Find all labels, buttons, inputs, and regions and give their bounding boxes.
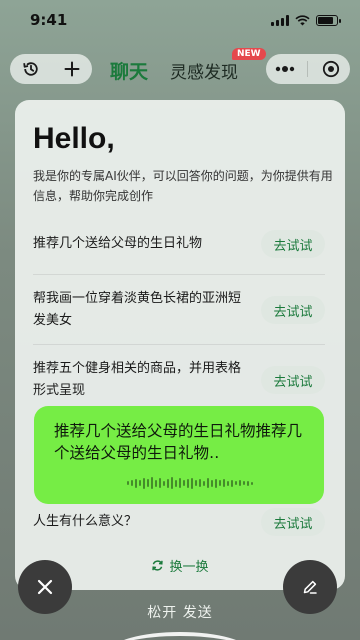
history-icon[interactable] — [16, 54, 46, 84]
new-badge: NEW — [232, 48, 266, 60]
divider — [33, 274, 325, 275]
mini-program-capsule — [266, 54, 350, 84]
left-action-pill — [10, 54, 92, 84]
battery-icon — [316, 14, 341, 26]
plus-icon[interactable] — [57, 54, 87, 84]
more-dots-icon[interactable] — [270, 54, 300, 84]
edit-icon — [303, 580, 317, 594]
prompt-item[interactable]: 推荐几个送给父母的生日礼物 去试试 — [33, 230, 325, 258]
divider — [33, 344, 325, 345]
hold-to-talk-area[interactable] — [110, 632, 250, 640]
top-bar: 聊天 灵感发现 NEW — [0, 48, 360, 88]
signal-icon — [271, 14, 289, 26]
refresh-label: 换一换 — [169, 560, 209, 575]
prompt-text: 人生有什么意义？ — [33, 514, 138, 529]
try-button[interactable]: 去试试 — [261, 296, 325, 324]
greeting-title: Hello, — [33, 122, 115, 155]
target-icon[interactable] — [316, 54, 346, 84]
prompt-text: 帮我画一位穿着淡黄色长裙的亚洲短发美女 — [33, 291, 242, 328]
voice-input-bubble: 推荐几个送给父母的生日礼物推荐几个送给父母的生日礼物‥ — [34, 406, 324, 504]
prompt-text: 推荐五个健身相关的商品，并用表格形式呈现 — [33, 361, 242, 398]
try-button[interactable]: 去试试 — [261, 508, 325, 536]
welcome-card: Hello, 我是你的专属AI伙伴，可以回答你的问题，为你提供有用信息，帮助你完… — [15, 100, 345, 590]
try-button[interactable]: 去试试 — [261, 366, 325, 394]
refresh-icon — [152, 560, 164, 571]
tab-inspire[interactable]: 灵感发现 — [170, 58, 238, 83]
waveform-icon — [127, 476, 253, 490]
try-button[interactable]: 去试试 — [261, 230, 325, 258]
prompt-item[interactable]: 人生有什么意义？ 去试试 — [33, 508, 325, 536]
prompt-text: 推荐几个送给父母的生日礼物 — [33, 236, 203, 251]
intro-text: 我是你的专属AI伙伴，可以回答你的问题，为你提供有用信息，帮助你完成创作 — [33, 169, 333, 203]
status-icons — [271, 14, 341, 26]
close-icon — [37, 579, 53, 595]
capsule-divider — [307, 61, 309, 77]
status-bar: 9:41 — [0, 0, 360, 40]
prompt-item[interactable]: 推荐五个健身相关的商品，并用表格形式呈现 去试试 — [33, 358, 325, 402]
screen: 9:41 聊天 灵感发现 NEW Hello, 我是你的专属AI伙伴，可以回答你… — [0, 0, 360, 640]
tab-chat[interactable]: 聊天 — [110, 57, 148, 84]
prompt-item[interactable]: 帮我画一位穿着淡黄色长裙的亚洲短发美女 去试试 — [33, 288, 325, 332]
voice-transcript: 推荐几个送给父母的生日礼物推荐几个送给父母的生日礼物‥ — [54, 422, 303, 462]
wifi-icon — [295, 14, 310, 25]
status-time: 9:41 — [30, 11, 68, 29]
release-to-send-hint: 松开 发送 — [147, 605, 213, 621]
